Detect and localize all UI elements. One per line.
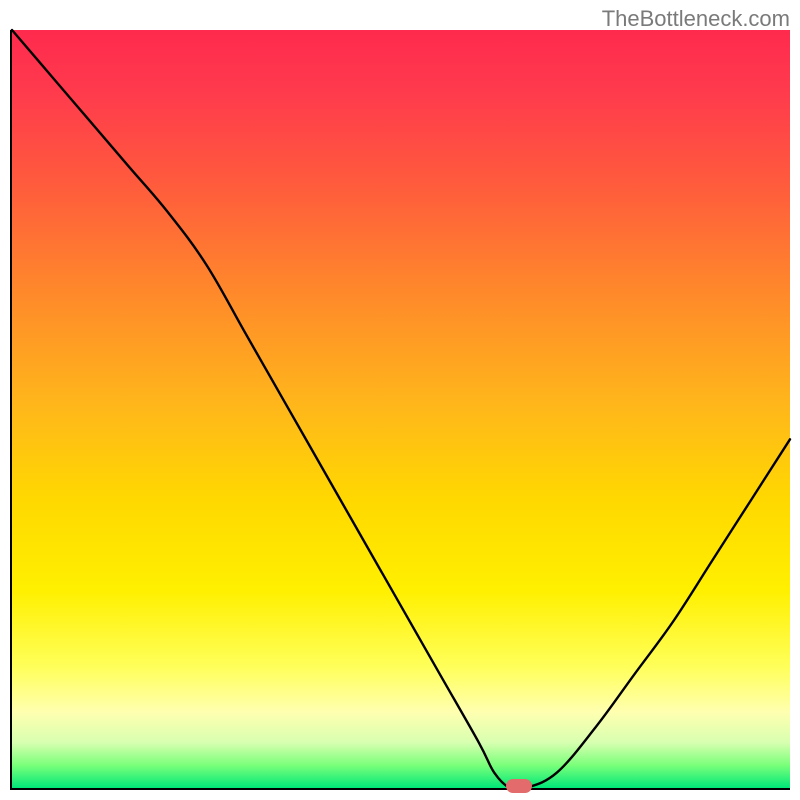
curve-svg — [12, 30, 790, 788]
watermark-text: TheBottleneck.com — [602, 6, 790, 32]
optimal-marker — [506, 779, 532, 793]
bottleneck-curve — [12, 30, 790, 790]
chart-container: TheBottleneck.com — [0, 0, 800, 800]
plot-area — [10, 30, 790, 790]
